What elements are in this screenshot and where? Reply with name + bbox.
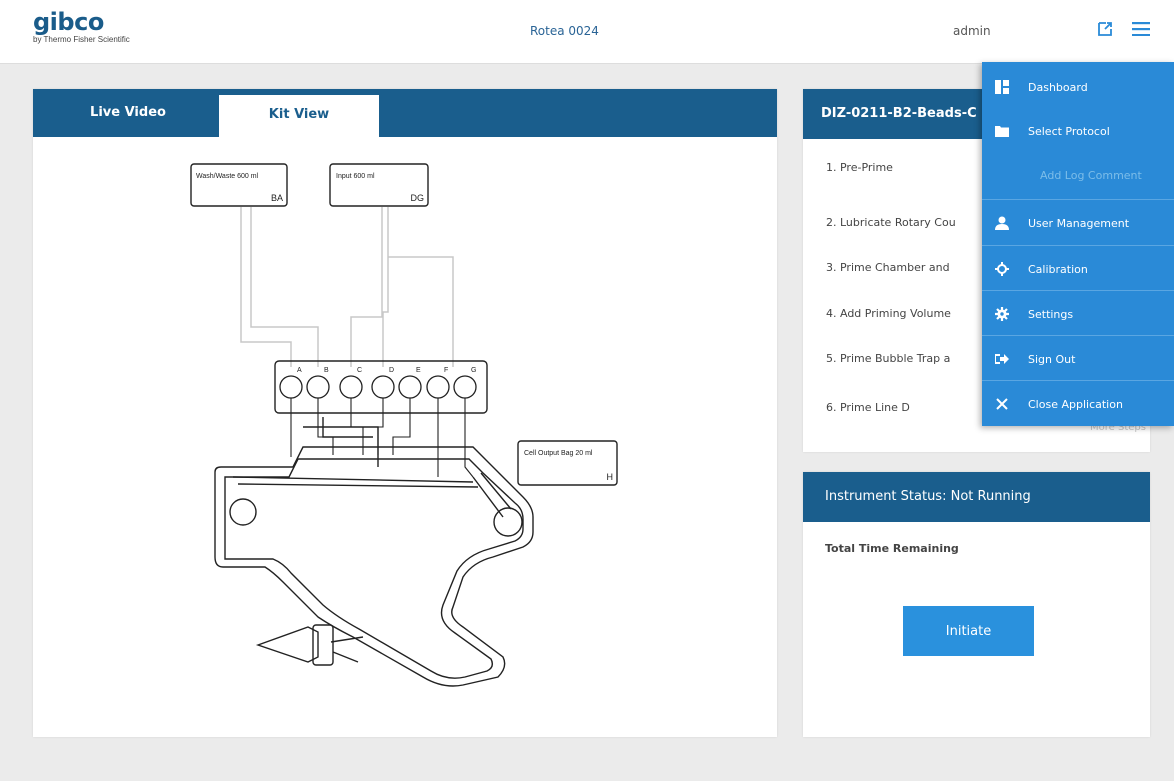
bag-output-port: H bbox=[607, 472, 614, 482]
valve-label-d: D bbox=[389, 367, 394, 374]
kit-panel: Live Video Kit View Wash/Waste 600 ml BA bbox=[33, 89, 777, 737]
current-user[interactable]: admin bbox=[953, 24, 991, 38]
menu-label: Dashboard bbox=[1028, 80, 1088, 94]
menu-label: Add Log Comment bbox=[1040, 168, 1142, 182]
menu-item-dashboard[interactable]: Dashboard bbox=[982, 64, 1174, 110]
bag-cell-output: Cell Output Bag 20 ml H bbox=[517, 440, 618, 486]
gibco-logo: gibco by Thermo Fisher Scientific bbox=[33, 9, 130, 44]
bag-input: Input 600 ml DG bbox=[329, 163, 429, 207]
crosshair-icon bbox=[994, 261, 1010, 277]
menu-item-add-log-comment[interactable]: Add Log Comment bbox=[982, 152, 1174, 198]
menu-label: Select Protocol bbox=[1028, 124, 1110, 138]
dashboard-icon bbox=[994, 79, 1010, 95]
valve-label-c: C bbox=[357, 367, 362, 374]
protocol-step: 5. Prime Bubble Trap a bbox=[826, 352, 951, 365]
menu-item-select-protocol[interactable]: Select Protocol bbox=[982, 108, 1174, 154]
cassette-outline bbox=[214, 360, 534, 687]
menu-label: Calibration bbox=[1028, 262, 1088, 276]
bag-wash-waste: Wash/Waste 600 ml BA bbox=[190, 163, 288, 207]
menu-item-sign-out[interactable]: Sign Out bbox=[982, 336, 1174, 382]
menu-item-settings[interactable]: Settings bbox=[982, 291, 1174, 337]
bag-wash-label: Wash/Waste 600 ml bbox=[196, 173, 259, 180]
bag-input-port: DG bbox=[411, 193, 425, 203]
main-menu: Dashboard Select Protocol Add Log Commen… bbox=[982, 62, 1174, 426]
hamburger-menu-icon[interactable] bbox=[1130, 18, 1152, 40]
sign-out-icon bbox=[994, 351, 1010, 367]
folder-icon bbox=[994, 123, 1010, 139]
tab-kit-view[interactable]: Kit View bbox=[219, 95, 379, 137]
valve-label-e: E bbox=[416, 367, 421, 374]
menu-label: Sign Out bbox=[1028, 352, 1076, 366]
valve-label-f: F bbox=[444, 367, 448, 374]
menu-item-user-management[interactable]: User Management bbox=[982, 200, 1174, 246]
popout-icon[interactable] bbox=[1094, 18, 1116, 40]
logo-wordmark: gibco bbox=[33, 8, 104, 36]
protocol-step: 3. Prime Chamber and bbox=[826, 261, 950, 274]
top-bar: gibco by Thermo Fisher Scientific Rotea … bbox=[0, 0, 1174, 64]
device-name: Rotea 0024 bbox=[530, 24, 599, 38]
valve-label-b: B bbox=[324, 367, 329, 374]
protocol-step: 2. Lubricate Rotary Cou bbox=[826, 216, 956, 229]
protocol-step: 4. Add Priming Volume bbox=[826, 307, 951, 320]
initiate-button[interactable]: Initiate bbox=[903, 606, 1034, 656]
instrument-status-panel: Instrument Status: Not Running Total Tim… bbox=[803, 472, 1150, 737]
kit-diagram: Wash/Waste 600 ml BA Input 600 ml DG Cel… bbox=[33, 137, 777, 737]
close-icon bbox=[994, 396, 1010, 412]
menu-item-calibration[interactable]: Calibration bbox=[982, 246, 1174, 292]
bag-input-label: Input 600 ml bbox=[336, 173, 375, 180]
protocol-step: 1. Pre-Prime bbox=[826, 161, 893, 174]
gear-icon bbox=[994, 306, 1010, 322]
bag-output-label: Cell Output Bag 20 ml bbox=[524, 450, 593, 457]
menu-item-close-application[interactable]: Close Application bbox=[982, 381, 1174, 427]
user-icon bbox=[994, 215, 1010, 231]
valve-label-g: G bbox=[471, 367, 476, 374]
menu-label: Close Application bbox=[1028, 397, 1123, 411]
logo-subtitle: by Thermo Fisher Scientific bbox=[33, 35, 130, 44]
valve-label-a: A bbox=[297, 367, 302, 374]
protocol-step: 6. Prime Line D bbox=[826, 401, 910, 414]
tab-live-video[interactable]: Live Video bbox=[48, 93, 208, 133]
total-time-remaining-label: Total Time Remaining bbox=[825, 542, 959, 555]
tubing-lines bbox=[240, 207, 454, 367]
bag-wash-port: BA bbox=[271, 193, 283, 203]
instrument-status-title: Instrument Status: Not Running bbox=[803, 472, 1150, 522]
view-tab-bar: Live Video Kit View bbox=[33, 89, 777, 137]
menu-label: User Management bbox=[1028, 216, 1130, 230]
menu-label: Settings bbox=[1028, 307, 1074, 321]
